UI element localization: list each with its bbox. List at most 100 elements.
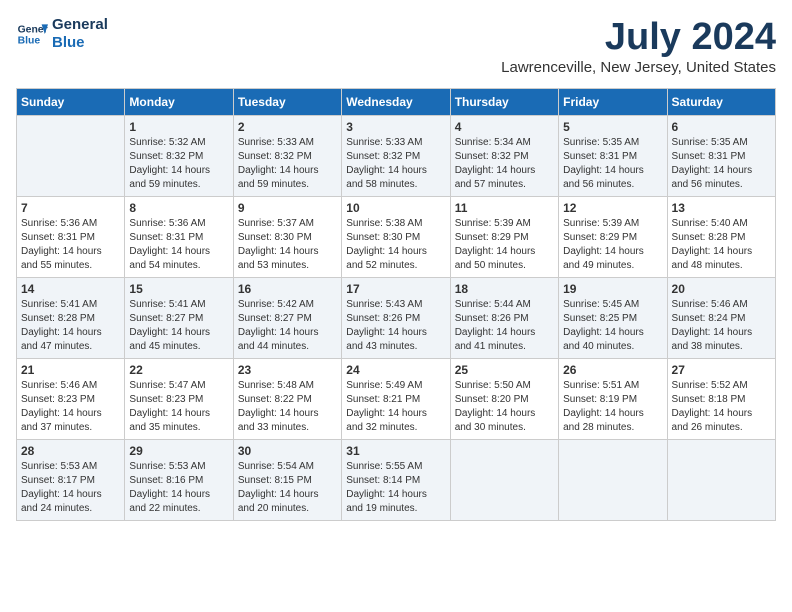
day-info: Sunrise: 5:33 AM Sunset: 8:32 PM Dayligh…	[238, 136, 337, 192]
calendar-table: SundayMondayTuesdayWednesdayThursdayFrid…	[16, 88, 776, 521]
day-info: Sunrise: 5:48 AM Sunset: 8:22 PM Dayligh…	[238, 379, 337, 435]
calendar-cell: 21Sunrise: 5:46 AM Sunset: 8:23 PM Dayli…	[17, 359, 125, 440]
calendar-cell: 30Sunrise: 5:54 AM Sunset: 8:15 PM Dayli…	[233, 440, 341, 521]
day-info: Sunrise: 5:45 AM Sunset: 8:25 PM Dayligh…	[563, 298, 662, 354]
header-wednesday: Wednesday	[342, 89, 450, 116]
day-info: Sunrise: 5:41 AM Sunset: 8:27 PM Dayligh…	[129, 298, 228, 354]
day-number: 15	[129, 282, 228, 296]
calendar-cell: 16 Sunrise: 5:42 AM Sunset: 8:27 PM Dayli…	[233, 278, 341, 359]
day-number: 6	[672, 120, 771, 134]
header-friday: Friday	[559, 89, 667, 116]
header-saturday: Saturday	[667, 89, 775, 116]
day-number: 23	[238, 363, 337, 377]
day-info: Sunrise: 5:39 AM Sunset: 8:29 PM Dayligh…	[455, 217, 554, 273]
calendar-cell: 27 Sunrise: 5:52 AM Sunset: 8:18 PM Dayli…	[667, 359, 775, 440]
day-number: 30	[238, 444, 337, 458]
calendar-week-row: 14 Sunrise: 5:41 AM Sunset: 8:28 PM Dayli…	[17, 278, 776, 359]
location-subtitle: Lawrenceville, New Jersey, United States	[501, 59, 776, 76]
day-number: 20	[672, 282, 771, 296]
calendar-cell: 6 Sunrise: 5:35 AM Sunset: 8:31 PM Daylig…	[667, 116, 775, 197]
day-number: 4	[455, 120, 554, 134]
day-info: Sunrise: 5:38 AM Sunset: 8:30 PM Dayligh…	[346, 217, 445, 273]
day-number: 16	[238, 282, 337, 296]
calendar-cell: 2Sunrise: 5:33 AM Sunset: 8:32 PM Daylig…	[233, 116, 341, 197]
calendar-cell: 15 Sunrise: 5:41 AM Sunset: 8:27 PM Dayli…	[125, 278, 233, 359]
day-info: Sunrise: 5:35 AM Sunset: 8:31 PM Dayligh…	[672, 136, 771, 192]
calendar-cell: 13Sunrise: 5:40 AM Sunset: 8:28 PM Dayli…	[667, 197, 775, 278]
day-number: 8	[129, 201, 228, 215]
day-number: 7	[21, 201, 120, 215]
calendar-week-row: 28 Sunrise: 5:53 AM Sunset: 8:17 PM Dayli…	[17, 440, 776, 521]
day-info: Sunrise: 5:33 AM Sunset: 8:32 PM Dayligh…	[346, 136, 445, 192]
day-info: Sunrise: 5:44 AM Sunset: 8:26 PM Dayligh…	[455, 298, 554, 354]
calendar-week-row: 7 Sunrise: 5:36 AM Sunset: 8:31 PM Daylig…	[17, 197, 776, 278]
calendar-cell: 1 Sunrise: 5:32 AM Sunset: 8:32 PM Daylig…	[125, 116, 233, 197]
calendar-cell: 19 Sunrise: 5:45 AM Sunset: 8:25 PM Dayli…	[559, 278, 667, 359]
day-number: 22	[129, 363, 228, 377]
day-number: 18	[455, 282, 554, 296]
day-number: 31	[346, 444, 445, 458]
day-info: Sunrise: 5:43 AM Sunset: 8:26 PM Dayligh…	[346, 298, 445, 354]
title-area: July 2024 Lawrenceville, New Jersey, Uni…	[501, 16, 776, 76]
day-number: 26	[563, 363, 662, 377]
day-info: Sunrise: 5:36 AM Sunset: 8:31 PM Dayligh…	[21, 217, 120, 273]
svg-text:Blue: Blue	[18, 36, 41, 47]
calendar-cell: 7 Sunrise: 5:36 AM Sunset: 8:31 PM Daylig…	[17, 197, 125, 278]
day-number: 24	[346, 363, 445, 377]
day-number: 5	[563, 120, 662, 134]
calendar-cell: 22 Sunrise: 5:47 AM Sunset: 8:23 PM Dayli…	[125, 359, 233, 440]
day-number: 9	[238, 201, 337, 215]
calendar-week-row: 21Sunrise: 5:46 AM Sunset: 8:23 PM Dayli…	[17, 359, 776, 440]
day-number: 13	[672, 201, 771, 215]
calendar-cell: 4Sunrise: 5:34 AM Sunset: 8:32 PM Daylig…	[450, 116, 558, 197]
day-number: 27	[672, 363, 771, 377]
day-number: 19	[563, 282, 662, 296]
calendar-cell	[559, 440, 667, 521]
day-number: 28	[21, 444, 120, 458]
calendar-cell: 14 Sunrise: 5:41 AM Sunset: 8:28 PM Dayli…	[17, 278, 125, 359]
day-info: Sunrise: 5:49 AM Sunset: 8:21 PM Dayligh…	[346, 379, 445, 435]
header-tuesday: Tuesday	[233, 89, 341, 116]
header-sunday: Sunday	[17, 89, 125, 116]
day-info: Sunrise: 5:50 AM Sunset: 8:20 PM Dayligh…	[455, 379, 554, 435]
day-info: Sunrise: 5:53 AM Sunset: 8:17 PM Dayligh…	[21, 460, 120, 516]
day-info: Sunrise: 5:35 AM Sunset: 8:31 PM Dayligh…	[563, 136, 662, 192]
calendar-cell: 20 Sunrise: 5:46 AM Sunset: 8:24 PM Dayli…	[667, 278, 775, 359]
day-info: Sunrise: 5:55 AM Sunset: 8:14 PM Dayligh…	[346, 460, 445, 516]
calendar-cell: 17 Sunrise: 5:43 AM Sunset: 8:26 PM Dayli…	[342, 278, 450, 359]
calendar-cell	[17, 116, 125, 197]
calendar-cell: 5 Sunrise: 5:35 AM Sunset: 8:31 PM Daylig…	[559, 116, 667, 197]
day-number: 14	[21, 282, 120, 296]
calendar-header-row: SundayMondayTuesdayWednesdayThursdayFrid…	[17, 89, 776, 116]
day-info: Sunrise: 5:46 AM Sunset: 8:24 PM Dayligh…	[672, 298, 771, 354]
month-year-title: July 2024	[501, 16, 776, 59]
day-number: 10	[346, 201, 445, 215]
day-number: 1	[129, 120, 228, 134]
calendar-cell	[667, 440, 775, 521]
day-info: Sunrise: 5:53 AM Sunset: 8:16 PM Dayligh…	[129, 460, 228, 516]
day-info: Sunrise: 5:37 AM Sunset: 8:30 PM Dayligh…	[238, 217, 337, 273]
day-info: Sunrise: 5:52 AM Sunset: 8:18 PM Dayligh…	[672, 379, 771, 435]
logo: General Blue GeneralBlue	[16, 16, 108, 52]
calendar-cell: 23 Sunrise: 5:48 AM Sunset: 8:22 PM Dayli…	[233, 359, 341, 440]
day-info: Sunrise: 5:32 AM Sunset: 8:32 PM Dayligh…	[129, 136, 228, 192]
calendar-cell: 11Sunrise: 5:39 AM Sunset: 8:29 PM Dayli…	[450, 197, 558, 278]
day-info: Sunrise: 5:47 AM Sunset: 8:23 PM Dayligh…	[129, 379, 228, 435]
calendar-cell: 26 Sunrise: 5:51 AM Sunset: 8:19 PM Dayli…	[559, 359, 667, 440]
day-info: Sunrise: 5:42 AM Sunset: 8:27 PM Dayligh…	[238, 298, 337, 354]
header-monday: Monday	[125, 89, 233, 116]
day-info: Sunrise: 5:36 AM Sunset: 8:31 PM Dayligh…	[129, 217, 228, 273]
day-info: Sunrise: 5:51 AM Sunset: 8:19 PM Dayligh…	[563, 379, 662, 435]
calendar-cell: 3 Sunrise: 5:33 AM Sunset: 8:32 PM Daylig…	[342, 116, 450, 197]
header-thursday: Thursday	[450, 89, 558, 116]
calendar-week-row: 1 Sunrise: 5:32 AM Sunset: 8:32 PM Daylig…	[17, 116, 776, 197]
day-number: 17	[346, 282, 445, 296]
day-info: Sunrise: 5:41 AM Sunset: 8:28 PM Dayligh…	[21, 298, 120, 354]
calendar-cell: 10 Sunrise: 5:38 AM Sunset: 8:30 PM Dayli…	[342, 197, 450, 278]
calendar-cell	[450, 440, 558, 521]
day-number: 3	[346, 120, 445, 134]
day-info: Sunrise: 5:46 AM Sunset: 8:23 PM Dayligh…	[21, 379, 120, 435]
day-info: Sunrise: 5:39 AM Sunset: 8:29 PM Dayligh…	[563, 217, 662, 273]
calendar-cell: 24 Sunrise: 5:49 AM Sunset: 8:21 PM Dayli…	[342, 359, 450, 440]
calendar-cell: 18 Sunrise: 5:44 AM Sunset: 8:26 PM Dayli…	[450, 278, 558, 359]
